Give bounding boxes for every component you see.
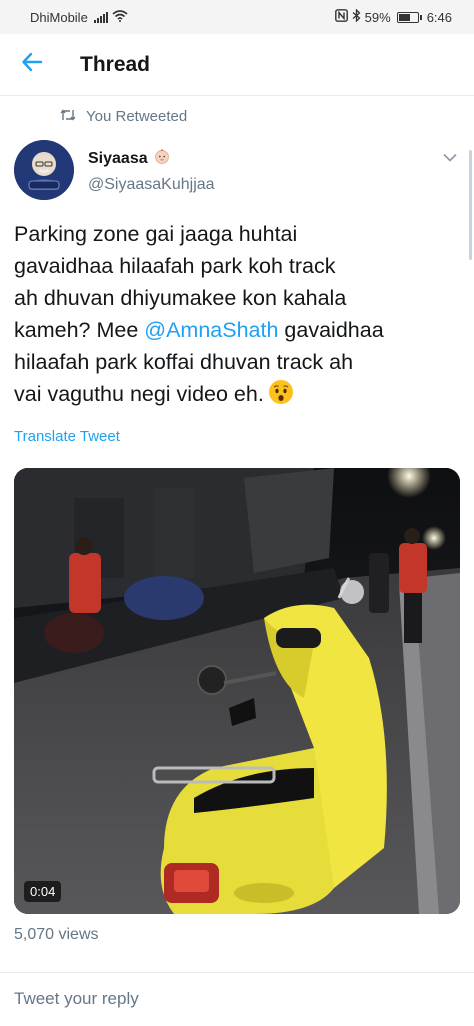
tweet-text-segment: kameh? Mee [14, 318, 145, 342]
user-handle[interactable]: @SiyaasaKuhjjaa [88, 176, 215, 194]
chevron-down-icon [443, 149, 457, 167]
wifi-icon [112, 9, 128, 25]
tweet-text: Parking zone gai jaaga huhtai gavaidhaa … [14, 218, 460, 414]
tweet-video[interactable]: 0:04 [14, 468, 460, 914]
scrollbar[interactable] [469, 150, 472, 260]
carrier-name: DhiMobile [30, 9, 88, 25]
battery-fill [398, 13, 411, 21]
translate-tweet-link[interactable]: Translate Tweet [14, 428, 120, 445]
battery-icon [396, 11, 422, 23]
tweet-text-line-with-mention: kameh? Mee @AmnaShath gavaidhaa [14, 314, 460, 346]
signal-icon [93, 11, 108, 23]
reply-input[interactable] [14, 989, 454, 1009]
retweet-context: You Retweeted [60, 108, 187, 125]
display-name[interactable]: Siyaasa [88, 148, 170, 169]
tweet-text-segment: vai vaguthu negi video eh. [14, 382, 264, 406]
avatar[interactable] [14, 140, 74, 200]
baby-face-emoji-icon [154, 148, 170, 169]
display-name-text: Siyaasa [88, 149, 148, 167]
status-bar: DhiMobile 59% 6:46 [0, 0, 474, 34]
tweet-text-line: Parking zone gai jaaga huhtai [14, 222, 298, 246]
battery-percent: 59% [364, 9, 391, 25]
video-thumbnail [14, 468, 460, 914]
reply-bar [0, 972, 474, 1026]
tweet-text-line: gavaidhaa hilaafah park koh track [14, 254, 336, 278]
nfc-icon [334, 9, 348, 25]
arrow-left-icon [21, 52, 43, 77]
tweet-text-line-last: vai vaguthu negi video eh. [14, 378, 460, 414]
clock: 6:46 [426, 9, 452, 25]
retweet-label: You Retweeted [86, 108, 188, 125]
tweet-text-segment: gavaidhaa [278, 318, 384, 342]
view-count: 5,070 views [14, 926, 99, 943]
hushed-face-emoji-icon [268, 379, 294, 414]
tweet-options-button[interactable] [440, 148, 460, 168]
retweet-icon [60, 108, 76, 125]
tweet-author: Siyaasa @SiyaasaKuhjjaa [14, 140, 460, 202]
video-duration-badge: 0:04 [24, 881, 62, 902]
page-title: Thread [80, 52, 151, 76]
bluetooth-icon [352, 8, 361, 25]
tweet-text-line: hilaafah park koffai dhuvan track ah [14, 350, 354, 374]
tweet-text-line: ah dhuvan dhiyumakee kon kahala [14, 286, 347, 310]
mention-link[interactable]: @AmnaShath [144, 318, 278, 342]
back-button[interactable] [0, 34, 64, 96]
top-app-bar: Thread [0, 34, 474, 96]
